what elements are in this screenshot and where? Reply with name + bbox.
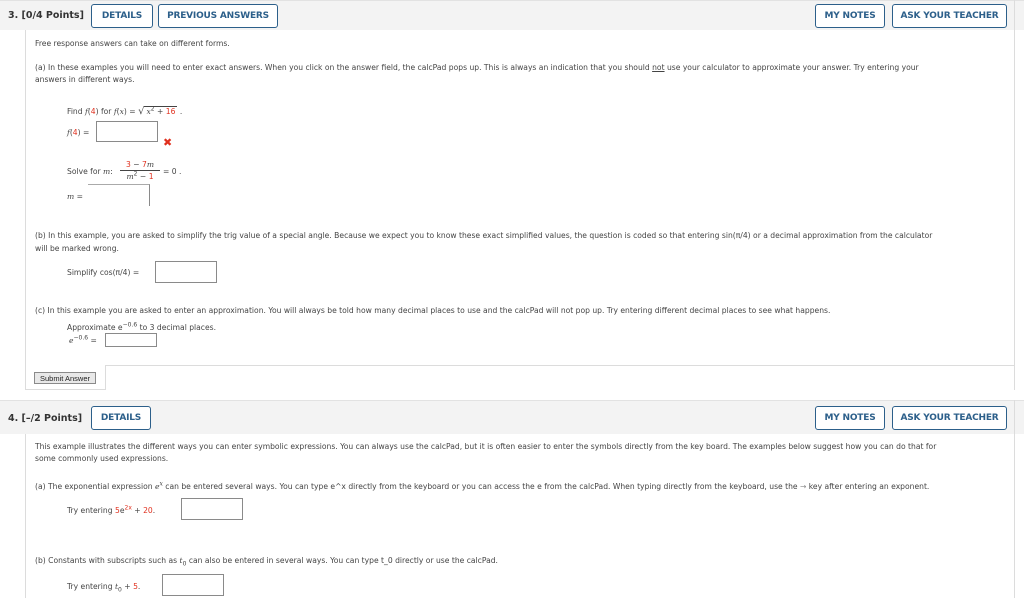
q3-previous-answers-button[interactable]: PREVIOUS ANSWERS [158, 4, 278, 28]
equals-zero: = 0 . [163, 167, 182, 176]
q3-my-notes-button[interactable]: MY NOTES [815, 4, 885, 28]
q4-my-notes-button[interactable]: MY NOTES [815, 406, 885, 430]
try-b-label: Try entering t0 + 5. [67, 582, 141, 594]
question-4-points: 4. [–/2 Points] [8, 413, 83, 424]
q3-part-b-text: (b) In this example, you are asked to si… [35, 231, 933, 240]
feedback-area [105, 365, 1015, 390]
approximate-answer-input[interactable] [105, 333, 157, 347]
q4-intro: This example illustrates the different w… [35, 442, 937, 451]
fraction: 3 − 7m m2 − 1 [120, 160, 160, 181]
q3-part-a-text-2: answers in different ways. [35, 75, 135, 84]
q4-part-b-text: (b) Constants with subscripts such as t0… [35, 556, 498, 568]
solve-m-label: Solve for m: [67, 167, 113, 176]
submit-answer-button[interactable]: Submit Answer [34, 372, 96, 384]
f4-label: f(4) = [67, 128, 90, 137]
q3-ask-teacher-button[interactable]: ASK YOUR TEACHER [892, 4, 1007, 28]
divider [1014, 0, 1015, 390]
q3-intro: Free response answers can take on differ… [35, 39, 230, 48]
approximate-label: Approximate e−0.6 to 3 decimal places. [67, 321, 217, 332]
q3-part-a-text: (a) In these examples you will need to e… [35, 63, 919, 72]
divider [26, 389, 106, 390]
f4-answer-input[interactable] [96, 121, 158, 142]
m-answer-input[interactable] [88, 184, 150, 206]
find-f4-prompt: Find f(4) for f(x) = √ x2 + 16 . [67, 105, 183, 117]
simplify-label: Simplify cos(π/4) = [67, 268, 140, 277]
question-3-points: 3. [0/4 Points] [8, 10, 84, 21]
q4-ask-teacher-button[interactable]: ASK YOUR TEACHER [892, 406, 1007, 430]
question-3-header: 3. [0/4 Points] DETAILS PREVIOUS ANSWERS… [0, 0, 1024, 30]
simplify-answer-input[interactable] [155, 261, 217, 283]
divider [25, 30, 26, 390]
divider [25, 434, 26, 598]
m-label: m = [67, 192, 83, 201]
q4-details-button[interactable]: DETAILS [91, 406, 151, 430]
try-a-answer-input[interactable] [181, 498, 243, 520]
incorrect-x-icon: ✖ [163, 136, 173, 149]
try-a-label: Try entering 5e2x + 20. [67, 504, 156, 515]
divider [1014, 400, 1015, 598]
q4-part-a-text: (a) The exponential expression ex can be… [35, 480, 930, 491]
approximate-lhs: e−0.6 = [69, 334, 97, 345]
q4-intro-2: some commonly used expressions. [35, 454, 169, 463]
q3-part-c-text: (c) In this example you are asked to ent… [35, 306, 831, 315]
q3-part-b-text-2: will be marked wrong. [35, 244, 119, 253]
q3-details-button[interactable]: DETAILS [91, 4, 153, 28]
try-b-answer-input[interactable] [162, 574, 224, 596]
question-4-header: 4. [–/2 Points] DETAILS MY NOTES ASK YOU… [0, 400, 1024, 434]
